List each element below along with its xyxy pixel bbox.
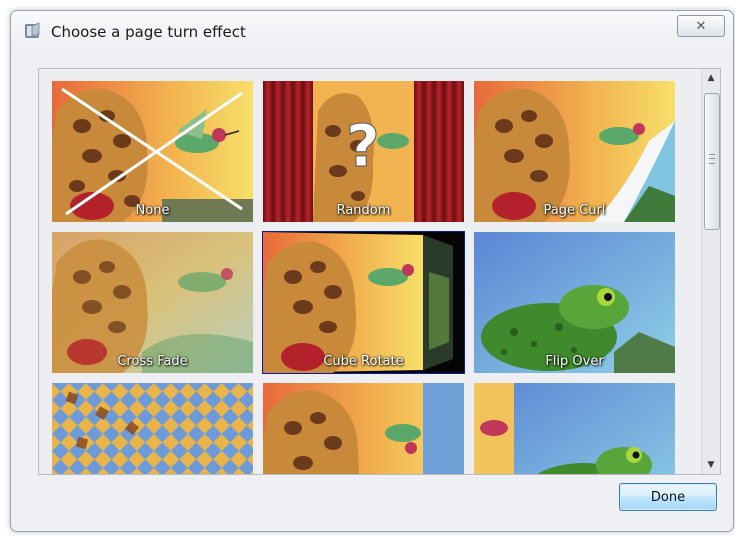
effect-preview-image bbox=[52, 232, 253, 373]
arrow-up-icon: ▲ bbox=[707, 73, 715, 83]
effect-cube-rotate[interactable]: Cube Rotate bbox=[262, 231, 465, 374]
effect-preview-image bbox=[474, 81, 675, 222]
effect-label: Random bbox=[336, 203, 391, 218]
app-icon bbox=[25, 22, 40, 38]
effect-preview-image bbox=[474, 383, 675, 474]
title-bar[interactable]: Choose a page turn effect ✕ bbox=[11, 11, 733, 53]
effect-page-curl[interactable]: Page Curl bbox=[474, 81, 675, 222]
effect-label: Cross Fade bbox=[117, 354, 188, 369]
effect-preview-image bbox=[263, 383, 464, 474]
scroll-up-button[interactable]: ▲ bbox=[702, 69, 720, 87]
svg-text:?: ? bbox=[346, 112, 380, 180]
effect-split[interactable] bbox=[263, 383, 464, 474]
effect-slide[interactable] bbox=[474, 383, 675, 474]
effect-checkerboard[interactable] bbox=[52, 383, 253, 474]
arrow-down-icon: ▼ bbox=[707, 460, 715, 470]
effect-flip-over[interactable]: Flip Over bbox=[474, 232, 675, 373]
close-button[interactable]: ✕ bbox=[677, 15, 725, 37]
done-button[interactable]: Done bbox=[619, 483, 717, 511]
effects-grid: None ? Random Page Curl Cross Fade Cube … bbox=[52, 81, 675, 474]
effect-random[interactable]: ? Random bbox=[263, 81, 464, 222]
vertical-scrollbar[interactable]: ▲ ▼ bbox=[701, 69, 720, 474]
effect-preview-image bbox=[263, 232, 464, 373]
effect-preview-image bbox=[52, 383, 253, 474]
effect-preview-image bbox=[52, 81, 253, 222]
effect-label: Flip Over bbox=[545, 354, 604, 369]
effect-label: Page Curl bbox=[543, 203, 606, 218]
scrollbar-thumb[interactable] bbox=[704, 93, 720, 230]
effect-cross-fade[interactable]: Cross Fade bbox=[52, 232, 253, 373]
scroll-down-button[interactable]: ▼ bbox=[702, 456, 720, 474]
effect-none[interactable]: None bbox=[52, 81, 253, 222]
dialog-title: Choose a page turn effect bbox=[51, 23, 246, 41]
effect-preview-image bbox=[474, 232, 675, 373]
effects-list[interactable]: None ? Random Page Curl Cross Fade Cube … bbox=[38, 68, 721, 475]
grip-icon bbox=[709, 154, 715, 164]
effect-label: Cube Rotate bbox=[323, 354, 404, 369]
dialog-window: Choose a page turn effect ✕ None ? Rando… bbox=[10, 10, 734, 532]
effect-label: None bbox=[135, 203, 170, 218]
effect-preview-image: ? bbox=[263, 81, 464, 222]
close-icon: ✕ bbox=[695, 18, 707, 34]
